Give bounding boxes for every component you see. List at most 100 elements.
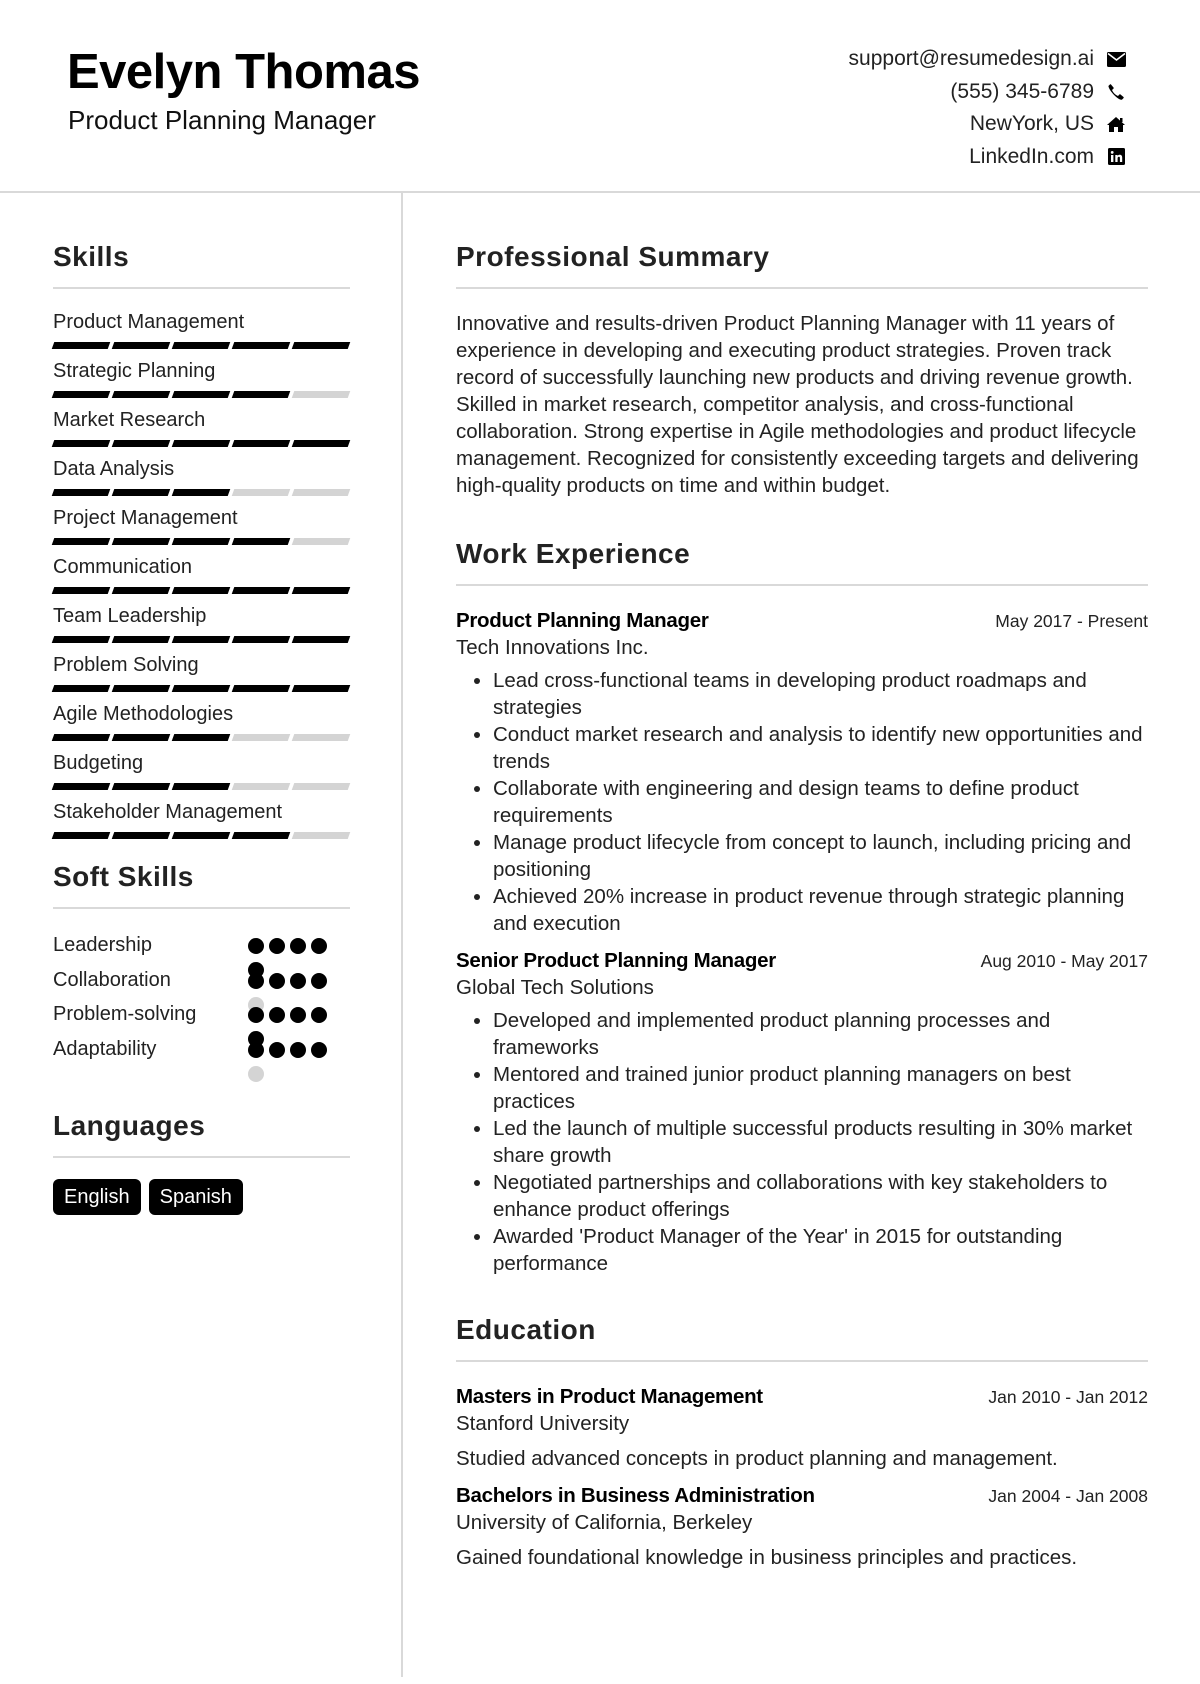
skill-segment-filled [111, 636, 171, 643]
soft-skills-section: Soft Skills Leadership Collaboration Probl… [53, 860, 350, 1082]
skill-segment-filled [291, 587, 351, 594]
skill-item: Product Management [51, 310, 351, 349]
right-column: Professional Summary Innovative and resu… [456, 191, 1148, 1571]
phone-icon [1106, 82, 1126, 102]
education-dates: Jan 2010 - Jan 2012 [988, 1387, 1148, 1407]
skill-segment-filled [111, 734, 171, 741]
job-bullet: Conduct market research and analysis to … [493, 721, 1148, 775]
contact-phone[interactable]: (555) 345-6789 [849, 76, 1126, 109]
language-pill: English [53, 1179, 141, 1215]
job-bullet: Manage product lifecycle from concept to… [493, 829, 1148, 883]
job-bullets: Developed and implemented product planni… [456, 1007, 1148, 1277]
skill-item: Communication [51, 555, 351, 594]
skill-level-bar [51, 783, 351, 790]
contact-email-text: support@resumedesign.ai [848, 47, 1094, 71]
skill-segment-empty [291, 391, 351, 398]
skill-segment-filled [231, 538, 291, 545]
skill-level-bar [51, 440, 351, 447]
skill-segment-filled [51, 440, 111, 447]
soft-skill-dot-filled [311, 972, 327, 989]
skill-segment-empty [231, 783, 291, 790]
soft-skill-dot-filled [248, 1041, 264, 1058]
job-bullet: Collaborate with engineering and design … [493, 775, 1148, 829]
skill-segment-filled [51, 538, 111, 545]
skill-segment-filled [51, 685, 111, 692]
skill-segment-empty [291, 734, 351, 741]
resume-header: Evelyn Thomas Product Planning Manager s… [0, 0, 1200, 193]
job-header: Senior Product Planning Manager Aug 2010 … [456, 947, 1148, 974]
education-header: Bachelors in Business Administration Jan … [456, 1482, 1148, 1509]
job-bullet: Led the launch of multiple successful pr… [493, 1115, 1148, 1169]
summary-divider [456, 287, 1148, 289]
skill-segment-filled [231, 832, 291, 839]
summary-section: Professional Summary Innovative and resu… [456, 240, 1148, 499]
skill-item: Project Management [51, 506, 351, 545]
education-entry: Masters in Product Management Jan 2010 - … [456, 1383, 1148, 1472]
skill-level-bar [51, 636, 351, 643]
languages-divider [53, 1156, 350, 1158]
soft-skill-item: Leadership [53, 933, 350, 968]
skill-segment-filled [231, 440, 291, 447]
contact-phone-text: (555) 345-6789 [950, 79, 1094, 103]
soft-skill-dot-filled [248, 1007, 264, 1023]
contact-email[interactable]: support@resumedesign.ai [849, 43, 1126, 76]
skill-segment-filled [291, 636, 351, 643]
education-heading: Education [456, 1314, 596, 1345]
skill-label: Project Management [53, 507, 238, 529]
soft-skill-label: Adaptability [53, 1037, 157, 1060]
skill-segment-filled [111, 685, 171, 692]
soft-skills-list: Leadership Collaboration Problem-solving Ad… [53, 933, 350, 1082]
column-divider [401, 191, 403, 1677]
skill-item: Team Leadership [51, 604, 351, 643]
soft-skill-dot-filled [269, 972, 285, 989]
job-bullet: Achieved 20% increase in product revenue… [493, 883, 1148, 937]
job-company: Tech Innovations Inc. [456, 636, 649, 659]
soft-skill-dot-empty [248, 1065, 264, 1082]
contact-linkedin[interactable]: LinkedIn.com [849, 141, 1126, 174]
skill-segment-filled [171, 734, 231, 741]
soft-skill-item: Collaboration [53, 968, 350, 1003]
soft-skill-dot-filled [290, 972, 306, 989]
skill-item: Stakeholder Management [51, 800, 351, 839]
skill-segment-empty [291, 783, 351, 790]
skill-segment-filled [111, 391, 171, 398]
education-description: Gained foundational knowledge in busines… [456, 1546, 1078, 1569]
skill-segment-filled [111, 587, 171, 594]
job-dates: Aug 2010 - May 2017 [980, 951, 1148, 971]
job-entry: Product Planning Manager May 2017 - Prese… [456, 607, 1148, 937]
skill-level-bar [51, 587, 351, 594]
skill-segment-filled [171, 636, 231, 643]
skill-segment-filled [231, 636, 291, 643]
skill-segment-filled [291, 685, 351, 692]
skill-segment-filled [51, 342, 111, 349]
skill-segment-filled [51, 391, 111, 398]
skill-label: Communication [53, 556, 192, 578]
soft-skill-item: Problem-solving [53, 1002, 350, 1037]
soft-skill-label: Problem-solving [53, 1003, 197, 1025]
jobs-list: Product Planning Manager May 2017 - Prese… [456, 607, 1148, 1277]
experience-divider [456, 584, 1148, 586]
soft-skill-dot-filled [248, 972, 264, 989]
skill-label: Problem Solving [53, 654, 199, 676]
skill-segment-filled [51, 489, 111, 496]
skill-item: Budgeting [51, 751, 351, 790]
skill-segment-empty [291, 489, 351, 496]
skill-item: Market Research [51, 408, 351, 447]
skill-label: Product Management [53, 311, 245, 333]
skill-label: Market Research [53, 409, 206, 431]
skill-segment-empty [291, 538, 351, 545]
skill-segment-filled [51, 587, 111, 594]
education-header: Masters in Product Management Jan 2010 - … [456, 1383, 1148, 1410]
skill-segment-filled [111, 832, 171, 839]
job-bullets: Lead cross-functional teams in developin… [456, 667, 1148, 937]
skill-item: Strategic Planning [51, 359, 351, 398]
skill-level-bar [51, 685, 351, 692]
job-bullet: Developed and implemented product planni… [493, 1007, 1148, 1061]
job-title: Product Planning Manager [456, 609, 709, 632]
soft-skills-heading: Soft Skills [53, 861, 194, 892]
soft-skill-dot-filled [311, 1041, 327, 1058]
skills-heading: Skills [53, 241, 130, 272]
job-company: Global Tech Solutions [456, 976, 654, 999]
languages-heading: Languages [53, 1110, 206, 1141]
skill-segment-empty [231, 734, 291, 741]
